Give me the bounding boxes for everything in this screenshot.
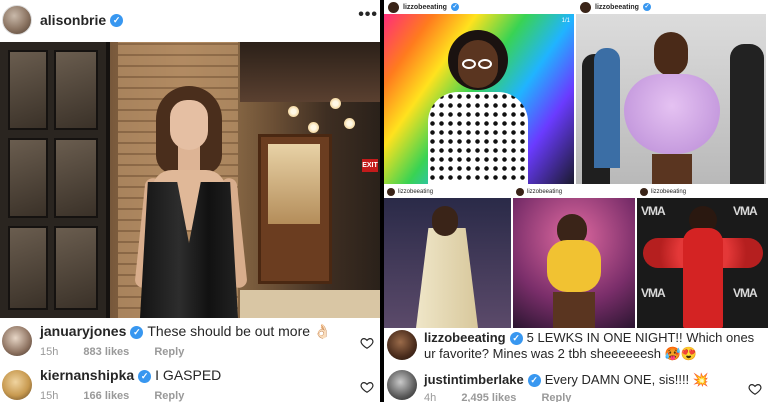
verified-badge-icon: ✓: [450, 3, 459, 11]
left-post: alisonbrie ✓ ••• EXIT januaryjones ✓ The…: [0, 0, 380, 402]
avatar[interactable]: [388, 1, 399, 13]
avatar[interactable]: [2, 326, 32, 356]
comment-likes[interactable]: 2,495 likes: [461, 392, 516, 402]
stage-logo: VMA: [641, 286, 666, 300]
verified-badge-icon: ✓: [110, 13, 124, 27]
comment-likes[interactable]: 883 likes: [83, 346, 129, 358]
window-frame: [0, 42, 110, 318]
stage-logo: VMA: [641, 204, 666, 218]
reply-button[interactable]: Reply: [154, 390, 184, 402]
avatar[interactable]: [387, 370, 417, 400]
post-photo-5[interactable]: lizzobeeating VMA VMA VMA VMA: [637, 186, 768, 328]
post-header: alisonbrie ✓ •••: [0, 0, 380, 40]
post-username[interactable]: lizzobeeating: [403, 4, 447, 11]
reply-button[interactable]: Reply: [541, 392, 571, 402]
heart-icon[interactable]: [360, 336, 374, 350]
post-photo[interactable]: EXIT: [0, 42, 380, 318]
comment-username[interactable]: januaryjones: [40, 323, 126, 339]
post-photo-4[interactable]: lizzobeeating: [513, 186, 635, 328]
comment-text: I GASPED: [155, 367, 222, 383]
comment-username[interactable]: justintimberlake: [424, 372, 524, 387]
comment-text: Every DAMN ONE, sis!!!! 💥: [544, 372, 709, 387]
post-photo-1[interactable]: lizzobeeating ✓ 1/1: [384, 0, 574, 184]
ceiling: [240, 42, 380, 102]
comment-username[interactable]: lizzobeeating: [424, 330, 506, 345]
comment-time: 15h: [40, 390, 59, 402]
verified-badge-icon: ✓: [138, 369, 152, 383]
subject-face: [170, 100, 208, 150]
comment-time: 4h: [424, 392, 437, 402]
stage-logo: VMA: [733, 204, 758, 218]
post-username[interactable]: lizzobeeating: [595, 4, 639, 11]
verified-badge-icon: ✓: [642, 3, 651, 11]
verified-badge-icon: ✓: [130, 325, 144, 339]
comment-item: kiernanshipka ✓ I GASPED 15h 166 likes Rep…: [0, 364, 380, 402]
post-username[interactable]: lizzobeeating: [651, 189, 686, 195]
comment-time: 15h: [40, 346, 59, 358]
avatar[interactable]: [2, 5, 32, 35]
post-username[interactable]: lizzobeeating: [527, 189, 562, 195]
post-username[interactable]: lizzobeeating: [398, 189, 433, 195]
verified-badge-icon: ✓: [509, 332, 523, 346]
reply-button[interactable]: Reply: [154, 346, 184, 358]
username[interactable]: alisonbrie: [40, 12, 106, 28]
stage-logo: VMA: [733, 286, 758, 300]
post-photo-2[interactable]: lizzobeeating ✓: [576, 0, 766, 184]
exit-sign: EXIT: [362, 159, 378, 172]
heart-icon[interactable]: [748, 382, 762, 396]
more-options-icon[interactable]: •••: [358, 6, 378, 24]
right-post: lizzobeeating ✓ 1/1 lizzobeeating ✓ lizz…: [384, 0, 768, 402]
post-photo-3[interactable]: lizzobeeating: [384, 186, 511, 328]
avatar[interactable]: [387, 330, 417, 360]
heart-icon[interactable]: [360, 380, 374, 394]
floor: [240, 290, 380, 318]
door-glass: [268, 144, 320, 224]
page-indicator: 1/1: [561, 18, 570, 24]
avatar[interactable]: [580, 1, 591, 13]
comment-username[interactable]: kiernanshipka: [40, 367, 134, 383]
verified-badge-icon: ✓: [527, 374, 541, 388]
comment-item: justintimberlake ✓ Every DAMN ONE, sis!!!!…: [384, 368, 768, 402]
comment-likes[interactable]: 166 likes: [83, 390, 129, 402]
comment-text: These should be out more 👌🏻: [147, 323, 332, 339]
avatar[interactable]: [2, 370, 32, 400]
comment-item: lizzobeeating ✓ 5 LEWKS IN ONE NIGHT!! Whi…: [384, 328, 768, 366]
